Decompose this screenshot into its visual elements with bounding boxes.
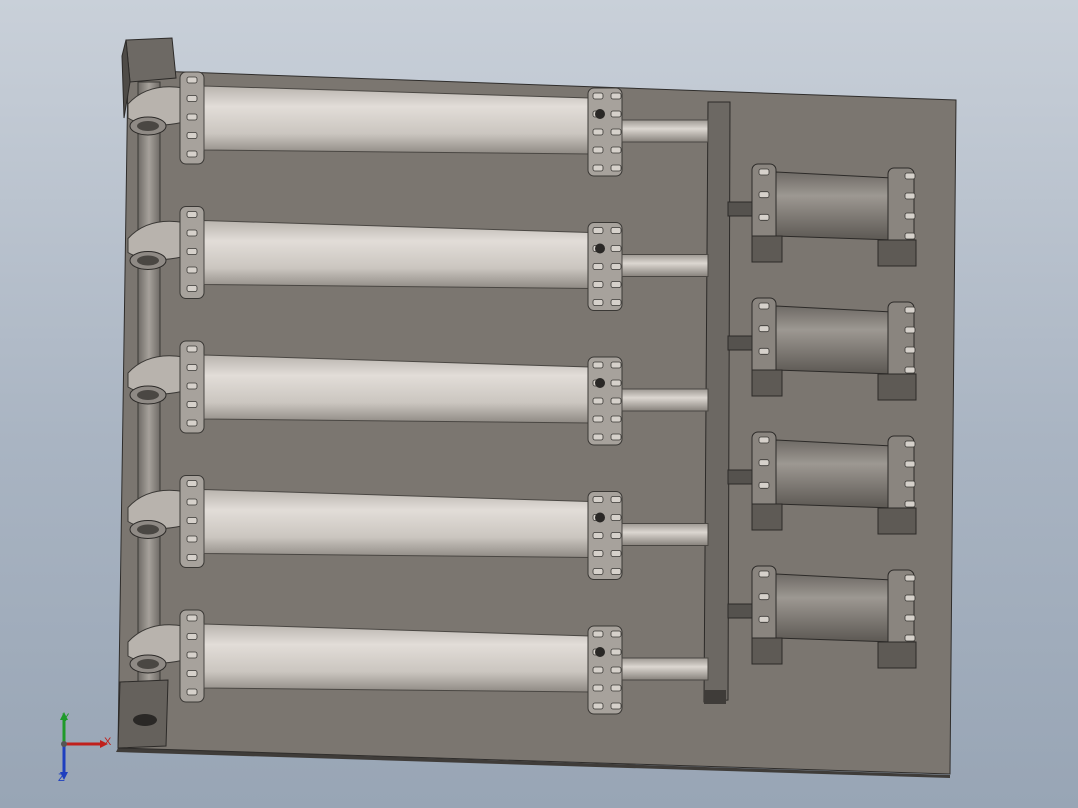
triad-x-label: X <box>104 736 112 748</box>
cad-model-canvas[interactable] <box>0 0 1078 808</box>
triad-y-label: Y <box>62 712 70 724</box>
graphics-viewport[interactable]: X Y Z <box>0 0 1078 808</box>
bottom-pillow-block[interactable] <box>117 679 169 749</box>
triad-z-label: Z <box>58 772 65 784</box>
triad-axes-icon <box>60 712 108 780</box>
orientation-triad: X Y Z <box>44 708 114 792</box>
